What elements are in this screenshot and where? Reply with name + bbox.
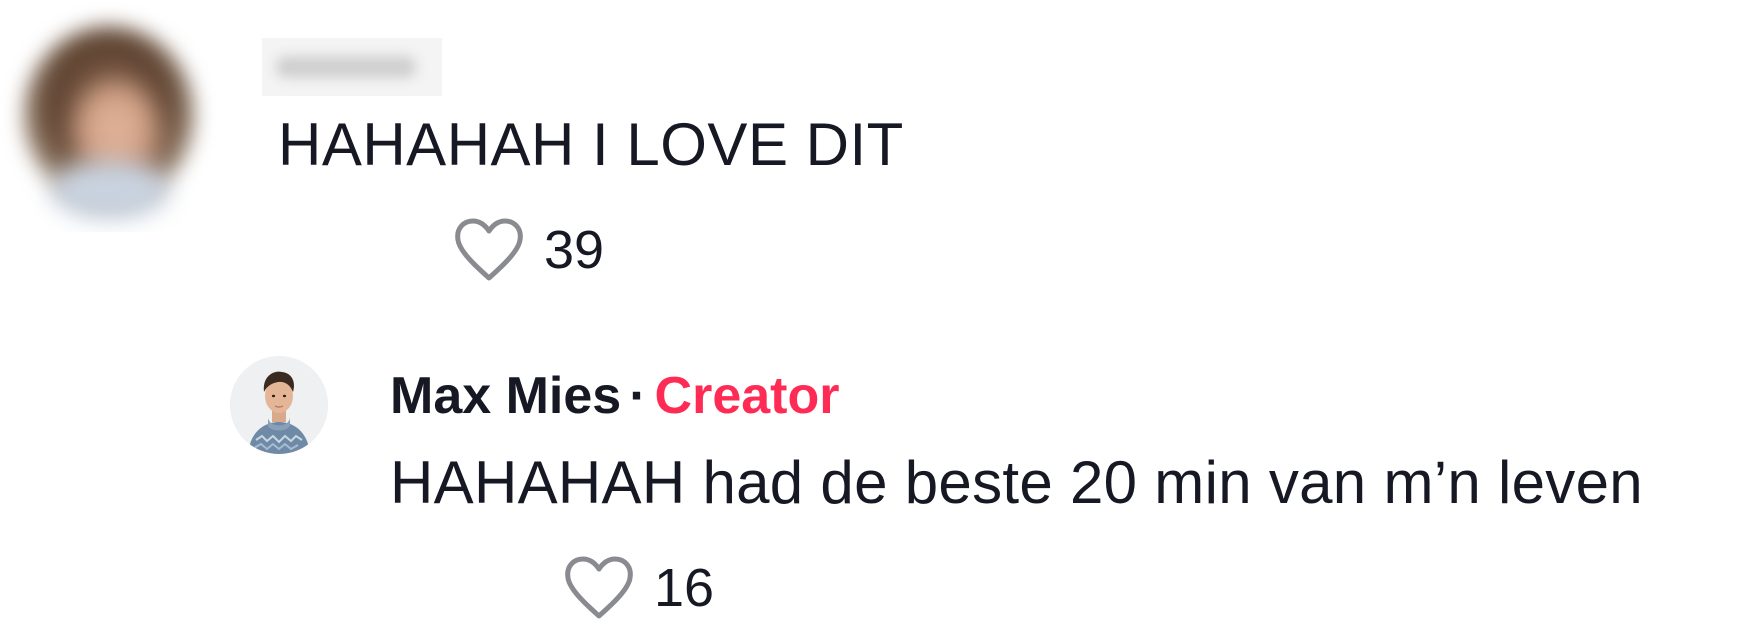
commenter-username-redacted[interactable] xyxy=(262,38,442,96)
heart-icon[interactable] xyxy=(452,216,526,284)
comment-text: HAHAHAH I LOVE DIT xyxy=(278,111,904,178)
reply-header: Max Mies · Creator xyxy=(390,366,840,426)
creator-avatar[interactable] xyxy=(230,356,328,454)
reply-text: HAHAHAH had de beste 20 min van m’n leve… xyxy=(390,449,1643,516)
heart-icon[interactable] xyxy=(562,554,636,622)
separator-dot: · xyxy=(629,367,647,425)
comment-like-row: 39 xyxy=(452,216,604,284)
commenter-avatar-blurred[interactable] xyxy=(0,0,222,232)
reply-like-row: 16 xyxy=(562,554,714,622)
creator-username[interactable]: Max Mies xyxy=(390,367,621,425)
like-count: 16 xyxy=(654,558,715,618)
like-count: 39 xyxy=(544,220,605,280)
redacted-username-blur xyxy=(276,56,416,78)
avatar-shirt xyxy=(50,160,170,220)
creator-avatar-image xyxy=(230,356,328,454)
creator-badge: Creator xyxy=(654,367,840,425)
